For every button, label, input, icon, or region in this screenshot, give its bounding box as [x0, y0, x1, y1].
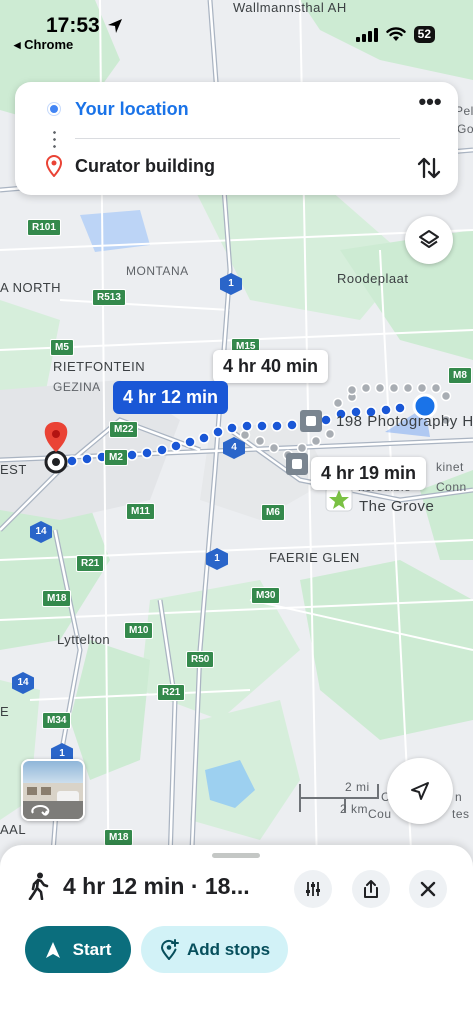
scale-miles: 2 mi — [345, 780, 370, 794]
scale-km: 2 km — [340, 802, 369, 816]
add-stops-label: Add stops — [186, 939, 271, 959]
route-alt-2-label[interactable]: 4 hr 19 min — [311, 457, 427, 490]
map-label: Go — [457, 122, 473, 136]
route-summary: 4 hr 12 min · 18... — [63, 873, 250, 899]
sheet-drag-handle[interactable] — [212, 853, 260, 858]
poi-label-grove[interactable]: The Grove — [359, 498, 434, 515]
street-view-thumbnail[interactable] — [21, 759, 85, 821]
map-label: Lyttelton — [57, 632, 111, 647]
directions-card: Your location ••• Curator building — [15, 82, 458, 195]
map-label: AAL — [0, 822, 27, 837]
status-time: 17:53 — [46, 14, 100, 37]
route-primary-label[interactable]: 4 hr 12 min — [113, 381, 229, 414]
status-icons: 52 — [355, 26, 435, 43]
road-shield: M22 — [109, 421, 139, 438]
tune-icon — [306, 882, 320, 896]
cellular-signal-icon — [355, 27, 378, 42]
route-options-button[interactable] — [294, 870, 332, 908]
status-bar: 17:53 ◂ Chrome 52 — [0, 0, 473, 60]
location-arrow-icon — [108, 19, 122, 33]
origin-row[interactable]: Your location ••• — [15, 82, 458, 138]
share-button[interactable] — [352, 870, 390, 908]
map-label: A NORTH — [0, 280, 62, 295]
origin-field[interactable]: Your location — [75, 99, 189, 120]
share-icon — [364, 880, 378, 898]
swap-vertical-icon[interactable] — [417, 155, 441, 181]
road-shield: R21 — [157, 684, 186, 701]
poi-label-photography[interactable]: 198 Photography H — [336, 413, 473, 430]
road-shield: M34 — [42, 712, 72, 729]
road-shield: M8 — [448, 367, 472, 384]
more-vert-icon[interactable]: ••• — [418, 91, 442, 119]
map-label: Cou — [368, 807, 392, 821]
battery-indicator: 52 — [413, 26, 435, 43]
destination-field[interactable]: Curator building — [75, 156, 215, 177]
road-shield: M18 — [42, 590, 72, 607]
road-shield: R50 — [186, 651, 215, 668]
close-button[interactable] — [409, 870, 447, 908]
your-location-dot-icon — [48, 103, 60, 115]
close-icon — [420, 881, 436, 897]
recenter-button[interactable] — [387, 758, 453, 824]
route-alt-1-label[interactable]: 4 hr 40 min — [213, 350, 329, 383]
road-shield: R21 — [76, 555, 105, 572]
road-shield: R513 — [92, 289, 126, 306]
layers-icon — [419, 230, 439, 248]
destination-pin-icon — [46, 155, 62, 177]
map-label: Roodeplaat — [337, 271, 409, 286]
map-label: E — [0, 704, 10, 719]
map-label: RIETFONTEIN — [53, 359, 146, 374]
map-label: EST — [0, 462, 27, 477]
navigation-start-icon — [45, 941, 60, 958]
street-view-image — [23, 783, 83, 819]
map-label: n — [455, 790, 463, 804]
road-shield: R101 — [27, 219, 61, 236]
back-to-app-link[interactable]: ◂ Chrome — [14, 37, 73, 53]
route-bottom-sheet: 4 hr 12 min · 18... Start Add stops — [0, 845, 473, 1024]
map-label: FAERIE GLEN — [269, 550, 360, 565]
road-shield: M10 — [124, 622, 154, 639]
map-label: tes — [452, 807, 470, 821]
map-label: Conn — [436, 480, 467, 494]
road-shield: M6 — [261, 504, 285, 521]
start-label: Start — [72, 939, 112, 959]
road-shield: M30 — [251, 587, 281, 604]
destination-row[interactable]: Curator building — [15, 139, 458, 195]
road-shield: M5 — [50, 339, 74, 356]
add-stops-button[interactable]: Add stops — [141, 926, 288, 973]
map-label: MONTANA — [126, 264, 189, 278]
map-label: GEZINA — [53, 380, 101, 394]
start-navigation-button[interactable]: Start — [25, 926, 131, 973]
layers-button[interactable] — [405, 216, 453, 264]
wifi-icon — [385, 27, 406, 41]
add-location-icon — [160, 938, 179, 960]
road-shield: M11 — [126, 503, 155, 520]
navigation-arrow-icon — [411, 782, 429, 800]
road-shield: M18 — [104, 829, 134, 846]
road-shield: M2 — [104, 449, 128, 466]
map-label: kinet — [436, 460, 464, 474]
walking-icon — [28, 872, 49, 900]
